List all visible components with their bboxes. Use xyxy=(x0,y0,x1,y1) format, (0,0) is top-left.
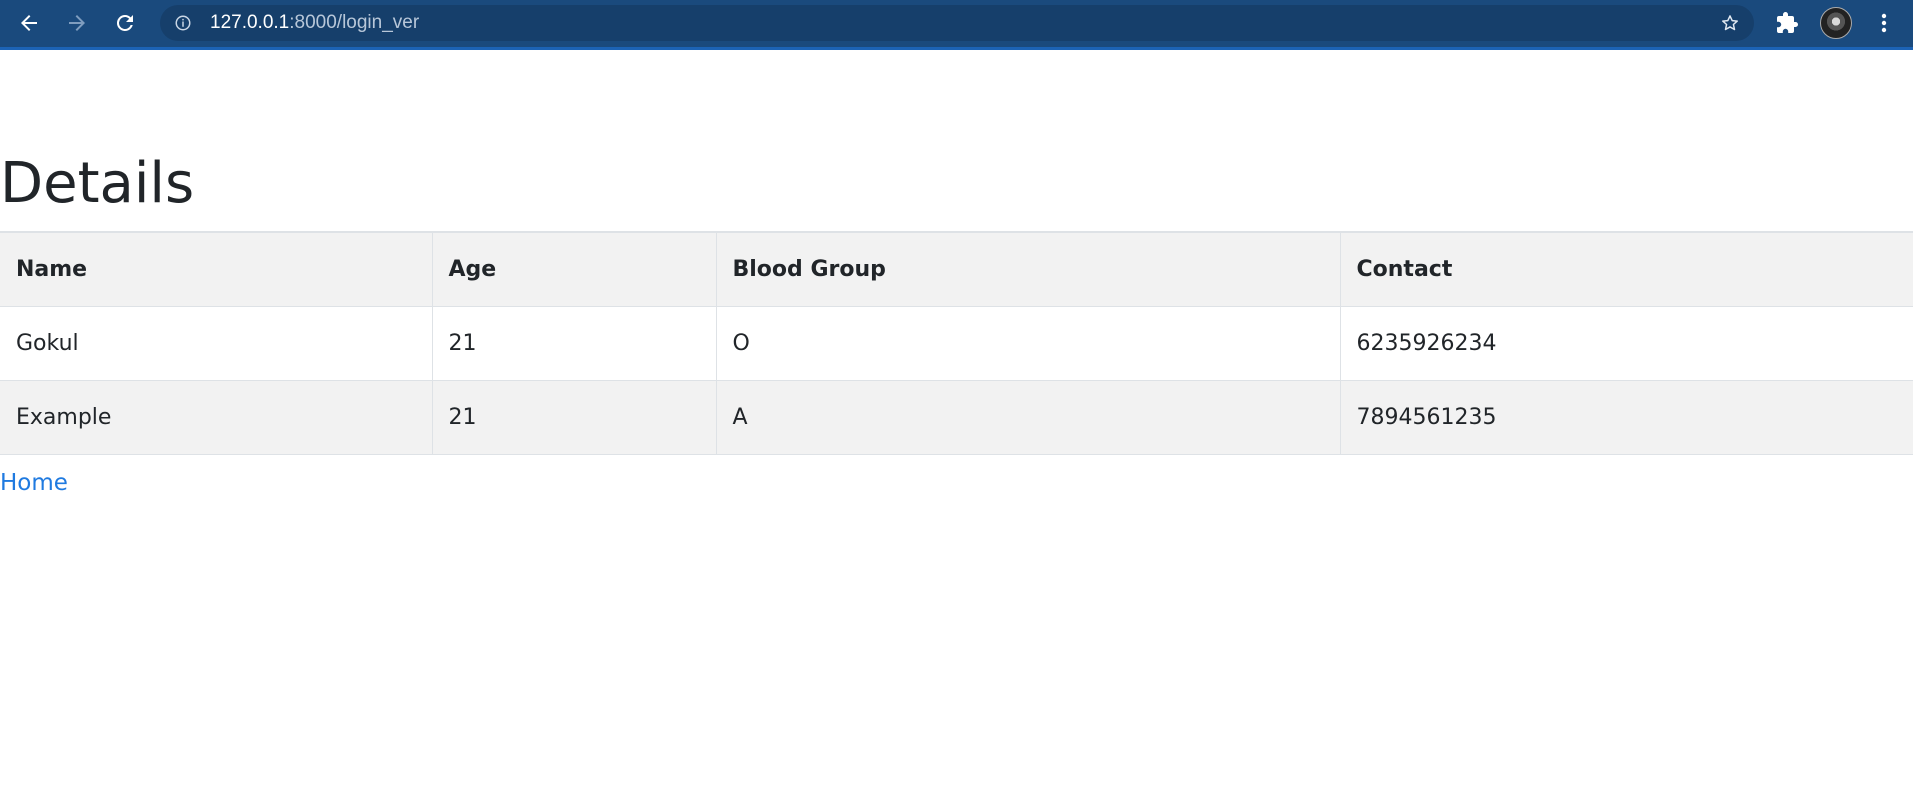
table-header-row: Name Age Blood Group Contact xyxy=(0,232,1913,307)
cell-age: 21 xyxy=(432,306,717,381)
forward-arrow-icon xyxy=(69,15,85,31)
url-path: :8000/login_ver xyxy=(289,12,420,33)
page-title: Details xyxy=(0,151,195,216)
star-icon[interactable] xyxy=(1720,13,1740,33)
puzzle-icon[interactable] xyxy=(1775,11,1799,35)
column-header-name: Name xyxy=(0,232,433,307)
table-row: Gokul 21 O 6235926234 xyxy=(0,306,1913,381)
cell-name: Gokul xyxy=(0,306,433,381)
browser-toolbar: 127.0.0.1:8000/login_ver xyxy=(0,0,1913,50)
cell-blood-group: O xyxy=(716,306,1341,381)
reload-icon xyxy=(116,14,133,31)
home-link[interactable]: Home xyxy=(0,470,68,496)
cell-contact: 7894561235 xyxy=(1340,380,1913,455)
more-vert-icon[interactable] xyxy=(1874,11,1894,35)
back-arrow-icon xyxy=(21,15,37,31)
cell-contact: 6235926234 xyxy=(1340,306,1913,381)
avatar[interactable] xyxy=(1820,7,1852,39)
cell-age: 21 xyxy=(432,380,717,455)
back-button[interactable] xyxy=(12,8,46,38)
url-text[interactable]: 127.0.0.1:8000/login_ver xyxy=(210,5,419,41)
column-header-age: Age xyxy=(432,232,717,307)
cell-blood-group: A xyxy=(716,380,1341,455)
column-header-contact: Contact xyxy=(1340,232,1913,307)
cell-name: Example xyxy=(0,380,433,455)
address-bar[interactable]: 127.0.0.1:8000/login_ver xyxy=(160,5,1754,41)
reload-button[interactable] xyxy=(108,8,142,38)
column-header-blood-group: Blood Group xyxy=(716,232,1341,307)
url-host: 127.0.0.1 xyxy=(210,12,290,33)
details-table: Name Age Blood Group Contact Gokul 21 O … xyxy=(0,231,1913,455)
info-icon[interactable] xyxy=(174,14,192,32)
forward-button[interactable] xyxy=(60,8,94,38)
table-row: Example 21 A 7894561235 xyxy=(0,380,1913,455)
